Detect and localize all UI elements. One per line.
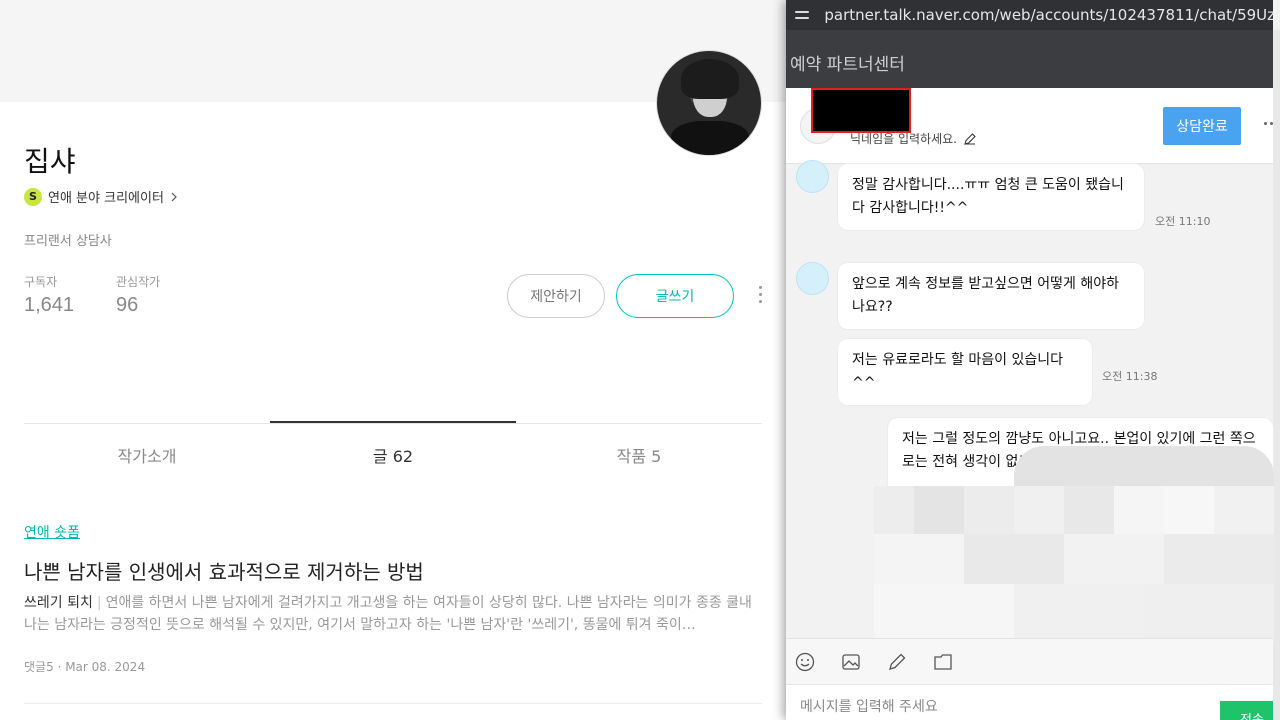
post-divider [24, 703, 762, 704]
author-avatar[interactable] [656, 50, 762, 156]
message-bubble: 앞으로 계속 정보를 받고싶으면 어떻게 해야하나요?? [838, 263, 1144, 329]
tab-posts[interactable]: 글 62 [270, 443, 516, 467]
following-count: 96 [116, 294, 139, 316]
tab-works[interactable]: 작품 5 [516, 443, 762, 467]
subscribers-stat[interactable]: 구독자 1,641 [24, 273, 74, 317]
tab-active-indicator [270, 421, 516, 423]
consultation-done-button[interactable]: 상담완료 [1163, 107, 1241, 145]
author-job: 프리랜서 상담사 [24, 234, 112, 249]
propose-button[interactable]: 제안하기 [507, 274, 605, 318]
header-more-icon[interactable] [1264, 122, 1273, 125]
emoji-icon[interactable] [794, 651, 816, 673]
image-icon[interactable] [840, 651, 862, 673]
app-header: 예약 파트너센터 [786, 30, 1273, 88]
app-title: 예약 파트너센터 [790, 55, 905, 75]
chat-window: partner.talk.naver.com/web/accounts/1024… [786, 0, 1280, 720]
following-stat[interactable]: 관심작가 96 [116, 273, 160, 317]
post-excerpt[interactable]: 쓰레기 퇴치 | 연애를 하면서 나쁜 남자에게 걸려가지고 개고생을 하는 여자들… [24, 592, 754, 636]
post-meta: 댓글5 · Mar 08. 2024 [24, 660, 146, 674]
post-subtitle: 쓰레기 퇴치 [24, 595, 93, 611]
creator-category-label: 연애 분야 크리에이터 [48, 191, 164, 206]
nickname-placeholder: 닉네임을 입력하세요. [850, 132, 957, 146]
subscribers-label: 구독자 [24, 275, 58, 289]
profile-page: 집샤 S 연애 분야 크리에이터 프리랜서 상담사 구독자 1,641 관심작가… [0, 0, 786, 720]
chevron-right-icon [171, 192, 177, 201]
author-name: 집샤 [24, 145, 76, 178]
message-input-area: 전송 [786, 684, 1273, 720]
creator-badge-icon: S [24, 187, 42, 206]
folder-icon[interactable] [932, 651, 954, 673]
message-time: 오전 11:10 [1155, 215, 1211, 228]
post-excerpt-text: 연애를 하면서 나쁜 남자에게 걸려가지고 개고생을 하는 여자들이 상당히 많… [24, 595, 752, 633]
more-options-icon[interactable] [755, 286, 765, 303]
message-bubble: 저는 유료로라도 할 마음이 있습니다^^ [838, 339, 1092, 405]
subscribers-count: 1,641 [24, 294, 75, 316]
post-title[interactable]: 나쁜 남자를 인생에서 효과적으로 제거하는 방법 [24, 556, 424, 585]
pencil-icon[interactable] [963, 132, 977, 146]
scrollbar[interactable] [1273, 30, 1280, 720]
edit-icon[interactable] [886, 651, 908, 673]
send-button[interactable]: 전송 [1220, 701, 1273, 720]
post-comments: 댓글5 [24, 660, 54, 674]
url-text[interactable]: partner.talk.naver.com/web/accounts/1024… [824, 6, 1273, 24]
message-input[interactable] [800, 699, 1200, 715]
tab-author-intro[interactable]: 작가소개 [24, 443, 270, 467]
post-date: Mar 08. 2024 [65, 660, 146, 674]
address-bar[interactable]: partner.talk.naver.com/web/accounts/1024… [786, 0, 1273, 30]
post-category-link[interactable]: 연애 숏폼 [24, 522, 80, 542]
write-button[interactable]: 글쓰기 [616, 274, 734, 318]
following-label: 관심작가 [116, 275, 161, 289]
customer-avatar-small [796, 262, 829, 295]
customer-avatar-small [796, 160, 829, 193]
message-bubble: 정말 감사합니다....ㅠㅠ 엄청 큰 도움이 됐습니다 감사합니다!!^^ [838, 164, 1144, 230]
settings-icon[interactable] [795, 6, 812, 24]
redaction-box [811, 88, 911, 133]
chat-toolbar [786, 638, 1273, 684]
nickname-field[interactable]: 닉네임을 입력하세요. [850, 130, 977, 147]
creator-category-link[interactable]: S 연애 분야 크리에이터 [24, 187, 178, 206]
pixelated-redaction [874, 446, 1274, 642]
tab-divider [24, 423, 762, 424]
chat-header: 닉네임을 입력하세요. 상담완료 [786, 88, 1273, 164]
message-time: 오전 11:38 [1102, 370, 1158, 383]
